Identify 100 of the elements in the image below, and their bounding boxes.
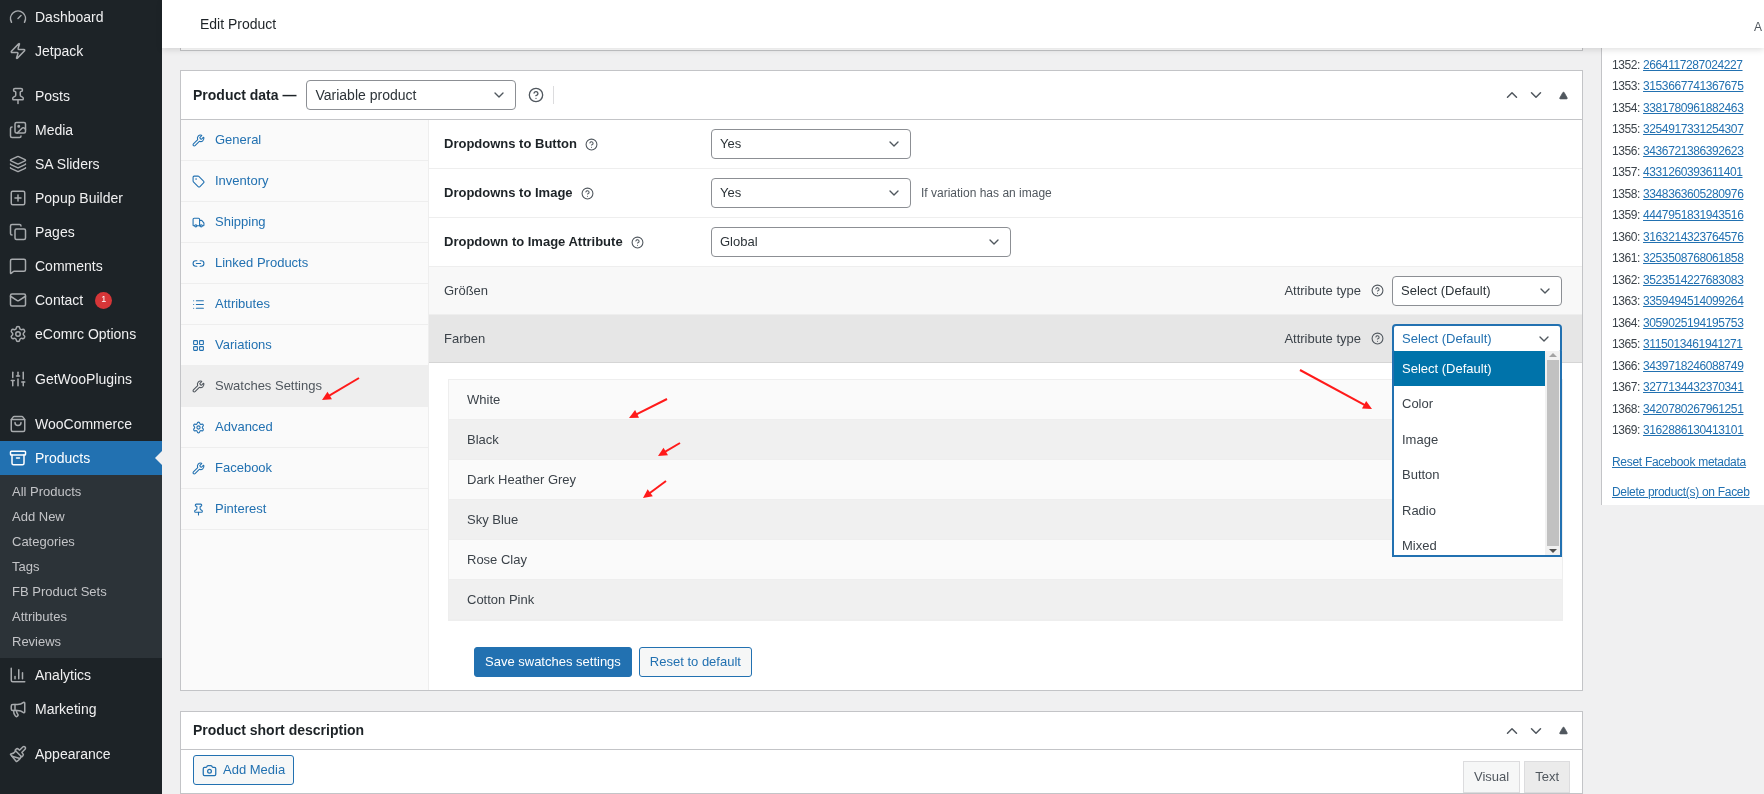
facebook-link[interactable]: Reset Facebook metadata <box>1612 453 1764 471</box>
product-data-tab[interactable]: Shipping <box>181 202 428 243</box>
submenu-item[interactable]: FB Product Sets <box>0 579 162 604</box>
sync-index: 1355: <box>1612 121 1641 139</box>
add-media-button[interactable]: Add Media <box>193 755 295 785</box>
attribute-type-label: Attribute type <box>1284 329 1361 348</box>
editor-tab[interactable]: Text <box>1524 761 1570 793</box>
product-id-link[interactable]: 3163214323764576 <box>1643 227 1744 246</box>
bar-chart-icon <box>9 666 27 684</box>
sync-index: 1367: <box>1612 379 1641 397</box>
dropdown-option[interactable]: Button <box>1394 457 1545 493</box>
dropdown-option[interactable]: Image <box>1394 421 1545 457</box>
reset-button[interactable]: Reset to default <box>638 647 752 677</box>
sidebar-item[interactable]: Dashboard <box>0 0 162 34</box>
sidebar-item[interactable]: Appearance <box>0 737 162 771</box>
submenu-item[interactable]: Reviews <box>0 629 162 654</box>
product-data-tab[interactable]: Pinterest <box>181 489 428 530</box>
sidebar-item[interactable]: Jetpack <box>0 34 162 68</box>
help-icon[interactable] <box>580 186 594 200</box>
product-type-select[interactable]: Variable product <box>306 80 517 110</box>
wrench-icon <box>192 379 205 393</box>
facebook-link[interactable]: Delete product(s) on Faceb <box>1612 483 1764 501</box>
submenu-item[interactable]: Attributes <box>0 604 162 629</box>
sync-index: 1354: <box>1612 99 1641 117</box>
collapse-triangle-icon[interactable] <box>1559 726 1568 735</box>
editor-tab[interactable]: Visual <box>1462 761 1521 793</box>
product-data-tab[interactable]: Inventory <box>181 161 428 202</box>
sidebar-item[interactable]: Products <box>0 441 162 475</box>
sidebar-item[interactable]: SA Sliders <box>0 147 162 181</box>
collapse-triangle-icon[interactable] <box>1559 90 1568 100</box>
product-id-link[interactable]: 3436721386392623 <box>1643 141 1744 160</box>
product-id-link[interactable]: 3153667741367675 <box>1643 77 1744 96</box>
product-id-link[interactable]: 3277134432370341 <box>1643 378 1744 397</box>
sidebar-item[interactable]: Popup Builder <box>0 181 162 215</box>
product-data-tab[interactable]: Facebook <box>181 448 428 489</box>
help-icon[interactable] <box>584 137 598 151</box>
product-id-link[interactable]: 3254917331254307 <box>1643 120 1744 139</box>
dropdown-option[interactable]: Select (Default) <box>1394 350 1545 386</box>
dropdown-option[interactable]: Color <box>1394 386 1545 422</box>
sidebar-item[interactable]: Comments <box>0 249 162 283</box>
setting-label: Dropdowns to Image <box>444 183 711 203</box>
submenu-item[interactable]: Add New <box>0 504 162 529</box>
product-id-link[interactable]: 3115013461941271 <box>1643 335 1743 354</box>
archive-icon <box>9 449 27 467</box>
sidebar-item[interactable]: GetWooPlugins <box>0 362 162 396</box>
pin-icon <box>192 502 205 516</box>
help-icon[interactable] <box>1371 332 1384 345</box>
notification-badge: 1 <box>95 291 113 309</box>
product-data-tab[interactable]: General <box>181 120 428 161</box>
setting-select[interactable]: Global <box>711 227 1011 257</box>
attribute-row[interactable]: Größen Attribute type Select (Default) <box>429 267 1582 315</box>
annotation-arrow <box>629 398 668 418</box>
product-id-link[interactable]: 3162886130413101 <box>1643 421 1744 440</box>
attribute-type-select[interactable]: Select (Default) <box>1392 275 1562 306</box>
product-id-link[interactable]: 3523514227683083 <box>1643 270 1744 289</box>
settings-icon <box>192 420 205 434</box>
product-data-tab[interactable]: Attributes <box>181 284 428 325</box>
sidebar-item[interactable]: Analytics <box>0 658 162 692</box>
sidebar-item[interactable]: eComrc Options <box>0 317 162 351</box>
sidebar-item[interactable]: Pages <box>0 215 162 249</box>
product-data-tab[interactable]: Linked Products <box>181 243 428 284</box>
product-id-link[interactable]: 3059025194195753 <box>1643 313 1744 332</box>
product-id-link[interactable]: 3420780267961251 <box>1643 399 1744 418</box>
sidebar-item[interactable]: WooCommerce <box>0 407 162 441</box>
submenu-item[interactable]: All Products <box>0 479 162 504</box>
sidebar-item[interactable]: Media <box>0 113 162 147</box>
annotation-arrow <box>658 442 681 456</box>
product-id-link[interactable]: 2664117287024227 <box>1643 55 1743 74</box>
product-data-tab[interactable]: Advanced <box>181 407 428 448</box>
page-title: Edit Product <box>200 14 277 34</box>
sidebar-item[interactable]: Marketing <box>0 692 162 726</box>
dropdown-option[interactable]: Radio <box>1394 492 1545 528</box>
sidebar-item[interactable]: Posts <box>0 79 162 113</box>
submenu-item[interactable]: Tags <box>0 554 162 579</box>
pages-icon <box>9 223 27 241</box>
submenu-item[interactable]: Categories <box>0 529 162 554</box>
product-id-link[interactable]: 4447951831943516 <box>1643 206 1744 225</box>
megaphone-icon <box>9 700 27 718</box>
product-data-tab[interactable]: Swatches Settings <box>181 366 428 407</box>
save-button[interactable]: Save swatches settings <box>474 647 632 677</box>
sync-index: 1364: <box>1612 314 1641 332</box>
sidebar-item[interactable]: Contact 1 <box>0 283 162 317</box>
help-icon[interactable] <box>528 87 545 103</box>
setting-select[interactable]: Yes <box>711 129 911 159</box>
product-id-link[interactable]: 3381780961882463 <box>1643 98 1744 117</box>
window-icon <box>9 189 27 207</box>
dropdown-option[interactable]: Mixed <box>1394 528 1545 555</box>
attribute-type-select[interactable]: Select (Default) <box>1392 323 1562 354</box>
images-icon <box>9 121 27 139</box>
help-icon[interactable] <box>1371 284 1384 297</box>
setting-select[interactable]: Yes <box>711 178 911 208</box>
product-id-link[interactable]: 3348363605280976 <box>1643 184 1744 203</box>
attribute-name: Größen <box>444 281 490 300</box>
product-id-link[interactable]: 3253508768061858 <box>1643 249 1744 268</box>
pin-icon <box>9 87 27 105</box>
product-id-link[interactable]: 4331260393611401 <box>1643 163 1743 182</box>
help-icon[interactable] <box>630 235 644 249</box>
speech-bubble-icon <box>9 257 27 275</box>
product-id-link[interactable]: 3439718246088749 <box>1643 356 1744 375</box>
product-id-link[interactable]: 3359494514099264 <box>1643 292 1744 311</box>
